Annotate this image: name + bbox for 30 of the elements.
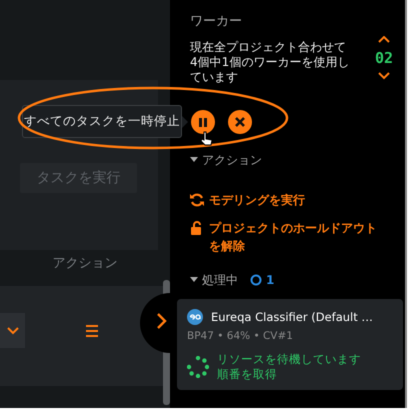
cursor-icon: [200, 131, 214, 147]
close-icon: [235, 117, 245, 127]
caret-icon[interactable]: [190, 156, 198, 163]
worker-count: 02: [374, 50, 393, 66]
section-title: アクション: [202, 152, 262, 168]
job-status: リソースを待機しています 順番を取得: [217, 352, 361, 382]
worker-message: 現在全プロジェクト合わせて 4個中1個のワーカーを使用し ています: [190, 40, 350, 84]
tooltip-arrow: [182, 116, 188, 128]
tooltip: すべてのタスクを一時停止: [22, 105, 182, 138]
dropdown-button[interactable]: [0, 313, 25, 348]
decrease-button[interactable]: [378, 72, 390, 80]
processing-count: 1: [266, 272, 274, 288]
action-link[interactable]: プロジェクトのホールドアウトを解除: [190, 218, 385, 254]
refresh-icon: [190, 192, 204, 206]
section-title: ワーカー: [190, 13, 243, 31]
model-logo-icon: [187, 309, 203, 326]
unlock-icon: [190, 220, 204, 234]
menu-icon[interactable]: [86, 324, 98, 336]
pause-icon: [199, 118, 207, 126]
loading-icon: [187, 356, 209, 378]
column-header: アクション: [52, 255, 118, 273]
caret-icon[interactable]: [190, 276, 198, 283]
job-meta: BP47 • 64% • CV#1: [187, 328, 294, 344]
action-link[interactable]: モデリングを実行: [190, 190, 385, 208]
chevron-down-icon: [6, 326, 18, 334]
job-name: Eureqa Classifier (Default …: [211, 308, 373, 326]
chevron-right-icon[interactable]: [156, 312, 168, 330]
section-title: 処理中: [202, 272, 238, 288]
spinner-icon: [250, 274, 262, 286]
increase-button[interactable]: [378, 36, 390, 44]
